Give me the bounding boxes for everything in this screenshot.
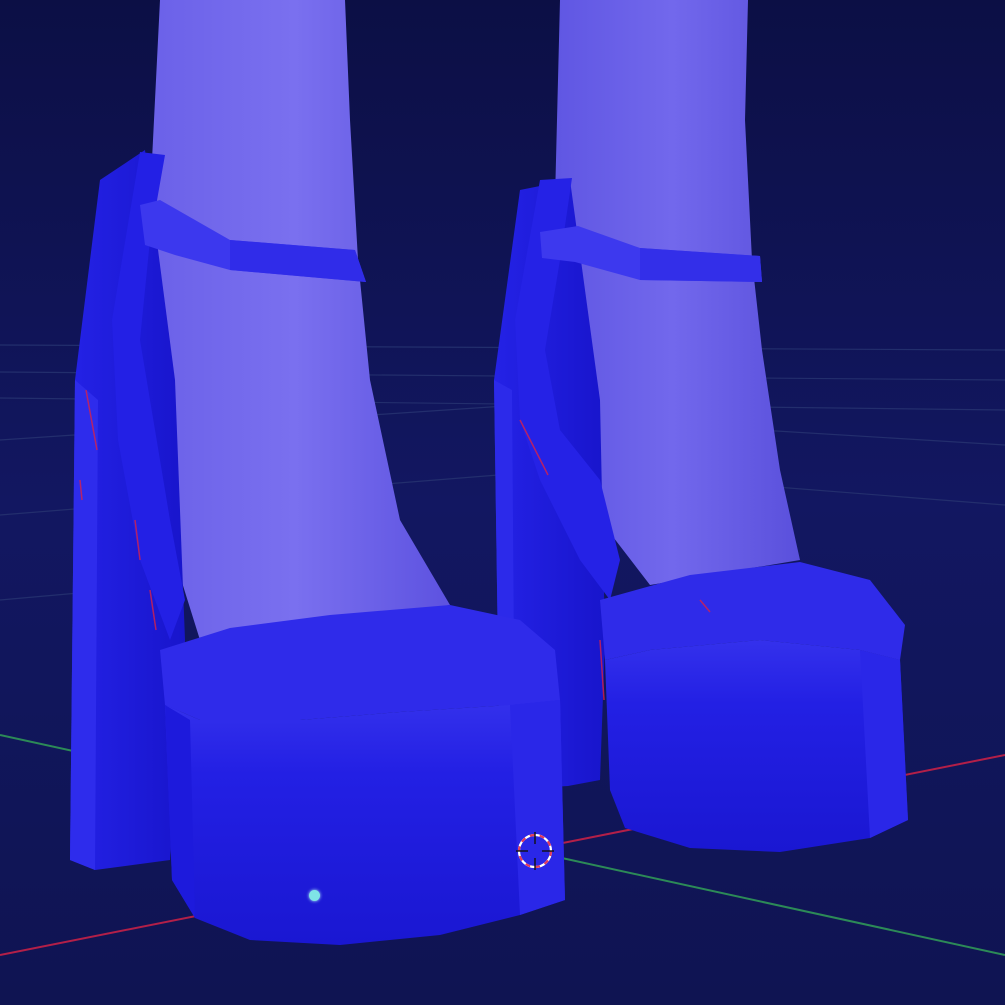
object-origin-icon[interactable] — [309, 890, 320, 901]
3d-cursor-icon[interactable] — [516, 832, 554, 870]
scene-render — [0, 0, 1005, 1005]
3d-viewport[interactable] — [0, 0, 1005, 1005]
